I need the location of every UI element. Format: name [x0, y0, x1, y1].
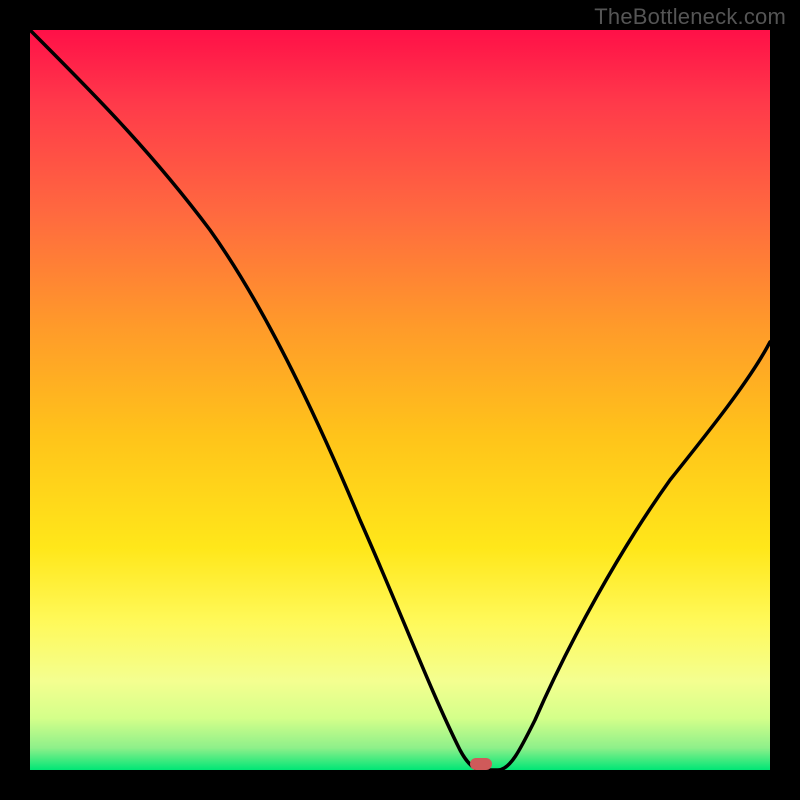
curve-path — [30, 30, 770, 770]
chart-frame: TheBottleneck.com — [0, 0, 800, 800]
bottleneck-curve — [30, 30, 770, 770]
watermark-text: TheBottleneck.com — [594, 4, 786, 30]
optimum-marker — [470, 758, 492, 770]
plot-area — [30, 30, 770, 770]
